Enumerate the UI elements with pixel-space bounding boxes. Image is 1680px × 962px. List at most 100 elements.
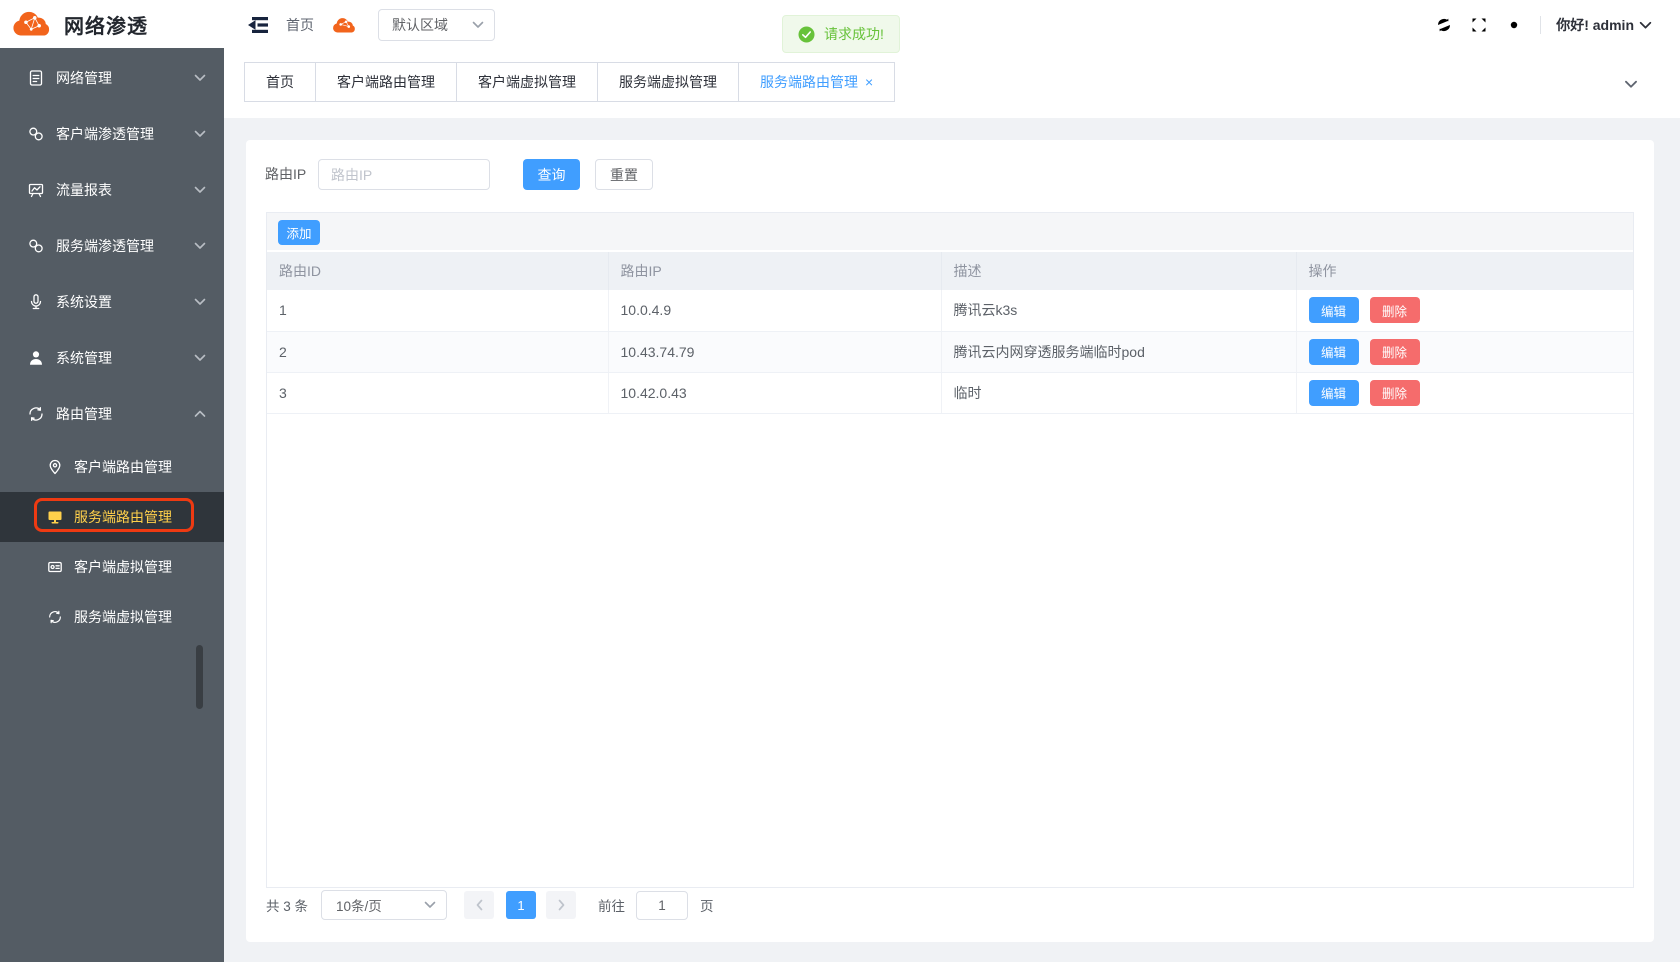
cell-actions: 编辑删除 (1296, 290, 1633, 331)
region-select[interactable]: 默认区域 (378, 9, 495, 41)
chevron-right-icon (557, 899, 566, 911)
greeting-text: 你好! admin (1556, 15, 1634, 35)
tab-home[interactable]: 首页 (244, 62, 316, 102)
tab-server-route-mgmt[interactable]: 服务端路由管理× (738, 62, 895, 102)
sidebar-item-label: 客户端路由管理 (74, 457, 172, 477)
route-ip-input[interactable] (318, 159, 490, 190)
edit-button[interactable]: 编辑 (1309, 297, 1359, 323)
sidebar-item-system-mgmt[interactable]: 系统管理 (0, 330, 224, 386)
user-icon (27, 349, 45, 367)
sidebar-item-server-route-mgmt[interactable]: 服务端路由管理 (0, 492, 224, 542)
user-menu[interactable]: 你好! admin (1556, 15, 1652, 35)
microphone-icon (27, 293, 45, 311)
sidebar-item-label: 系统设置 (56, 292, 194, 312)
fullscreen-icon[interactable] (1470, 16, 1488, 34)
edit-button[interactable]: 编辑 (1309, 339, 1359, 365)
sidebar-item-traffic-report[interactable]: 流量报表 (0, 162, 224, 218)
sidebar-item-client-virtual-mgmt[interactable]: 客户端虚拟管理 (0, 542, 224, 592)
sidebar-item-label: 网络管理 (56, 68, 194, 88)
chevron-down-icon (424, 901, 436, 909)
toast-message: 请求成功! (824, 24, 884, 44)
cloud-icon[interactable] (331, 16, 359, 35)
tab-close-icon[interactable]: × (865, 74, 873, 90)
route-table-section: 添加 路由ID 路由IP 描述 操作 (266, 212, 1634, 888)
tab-options-chevron-icon[interactable] (1624, 80, 1638, 89)
success-check-icon (798, 26, 815, 43)
sidebar-item-network-mgmt[interactable]: 网络管理 (0, 50, 224, 106)
cloud-logo-icon (10, 9, 56, 39)
page-number-1[interactable]: 1 (506, 891, 536, 919)
tab-client-route-mgmt[interactable]: 客户端路由管理 (315, 62, 457, 102)
monitor-icon (47, 509, 63, 525)
refresh-icon (27, 405, 45, 423)
total-count: 共 3 条 (266, 895, 308, 915)
cell-desc: 腾讯云k3s (941, 290, 1296, 331)
topbar: 首页 默认区域 (224, 0, 1680, 50)
tab-server-virtual-mgmt[interactable]: 服务端虚拟管理 (597, 62, 739, 102)
edit-button[interactable]: 编辑 (1309, 380, 1359, 406)
success-toast: 请求成功! (782, 15, 900, 53)
route-submenu: 客户端路由管理 服务端路由管理 客户端虚拟管理 (0, 442, 224, 642)
app-title: 网络渗透 (64, 10, 148, 39)
sidebar-menu: 网络管理 客户端渗透管理 流量报表 (0, 48, 224, 642)
goto-page-input[interactable] (636, 891, 688, 920)
region-select-value: 默认区域 (392, 15, 472, 35)
delete-button[interactable]: 删除 (1370, 339, 1420, 365)
sidebar-item-system-settings[interactable]: 系统设置 (0, 274, 224, 330)
page-suffix: 页 (700, 895, 714, 915)
col-header-route-ip: 路由IP (608, 252, 941, 290)
report-board-icon (27, 181, 45, 199)
refresh-icon[interactable] (1435, 16, 1453, 34)
sidebar-item-label: 服务端虚拟管理 (74, 607, 172, 627)
cell-route-id: 3 (267, 372, 608, 413)
topbar-home-link[interactable]: 首页 (286, 15, 314, 35)
col-header-actions: 操作 (1296, 252, 1633, 290)
cell-desc: 临时 (941, 372, 1296, 413)
sidebar-scrollbar-thumb[interactable] (196, 645, 203, 709)
chevron-down-icon (194, 74, 206, 82)
chevron-up-icon (194, 410, 206, 418)
query-button[interactable]: 查询 (523, 159, 580, 190)
sidebar-collapse-icon[interactable] (245, 13, 271, 37)
cell-actions: 编辑删除 (1296, 372, 1633, 413)
table-row: 3 10.42.0.43 临时 编辑删除 (267, 372, 1633, 413)
sidebar-item-client-route-mgmt[interactable]: 客户端路由管理 (0, 442, 224, 492)
table-row: 2 10.43.74.79 腾讯云内网穿透服务端临时pod 编辑删除 (267, 331, 1633, 372)
cell-route-ip: 10.43.74.79 (608, 331, 941, 372)
app-window: 网络渗透 网络管理 客户端渗透管理 (0, 0, 1680, 962)
cell-actions: 编辑删除 (1296, 331, 1633, 372)
add-button[interactable]: 添加 (278, 220, 320, 245)
page-size-value: 10条/页 (336, 895, 424, 915)
tab-bar: 首页 客户端路由管理 客户端虚拟管理 服务端虚拟管理 服务端路由管理× (224, 50, 1680, 118)
next-page-button[interactable] (546, 891, 576, 919)
page-background: 路由IP 查询 重置 添加 路由ID 路由IP 描述 (224, 118, 1680, 962)
page-size-select[interactable]: 10条/页 (321, 890, 447, 920)
delete-button[interactable]: 删除 (1370, 380, 1420, 406)
cell-route-ip: 10.0.4.9 (608, 290, 941, 331)
topbar-actions: 你好! admin (1418, 15, 1652, 35)
reset-button[interactable]: 重置 (595, 159, 653, 190)
col-header-desc: 描述 (941, 252, 1296, 290)
sidebar: 网络渗透 网络管理 客户端渗透管理 (0, 0, 224, 962)
sidebar-item-label: 服务端路由管理 (74, 507, 172, 527)
cell-desc: 腾讯云内网穿透服务端临时pod (941, 331, 1296, 372)
cell-route-ip: 10.42.0.43 (608, 372, 941, 413)
sidebar-item-route-mgmt[interactable]: 路由管理 (0, 386, 224, 442)
sidebar-item-label: 流量报表 (56, 180, 194, 200)
sidebar-item-client-penetration[interactable]: 客户端渗透管理 (0, 106, 224, 162)
chevron-down-icon (194, 354, 206, 362)
theme-sun-icon[interactable] (1505, 16, 1523, 34)
chevron-down-icon (194, 242, 206, 250)
delete-button[interactable]: 删除 (1370, 297, 1420, 323)
sidebar-item-server-penetration[interactable]: 服务端渗透管理 (0, 218, 224, 274)
chevron-down-icon (472, 21, 484, 29)
sidebar-item-label: 系统管理 (56, 348, 194, 368)
col-header-route-id: 路由ID (267, 252, 608, 290)
content-card: 路由IP 查询 重置 添加 路由ID 路由IP 描述 (246, 140, 1654, 942)
prev-page-button[interactable] (464, 891, 494, 919)
link-icon (27, 125, 45, 143)
chevron-down-icon (194, 130, 206, 138)
sidebar-item-server-virtual-mgmt[interactable]: 服务端虚拟管理 (0, 592, 224, 642)
route-ip-label: 路由IP (265, 158, 306, 190)
tab-client-virtual-mgmt[interactable]: 客户端虚拟管理 (456, 62, 598, 102)
